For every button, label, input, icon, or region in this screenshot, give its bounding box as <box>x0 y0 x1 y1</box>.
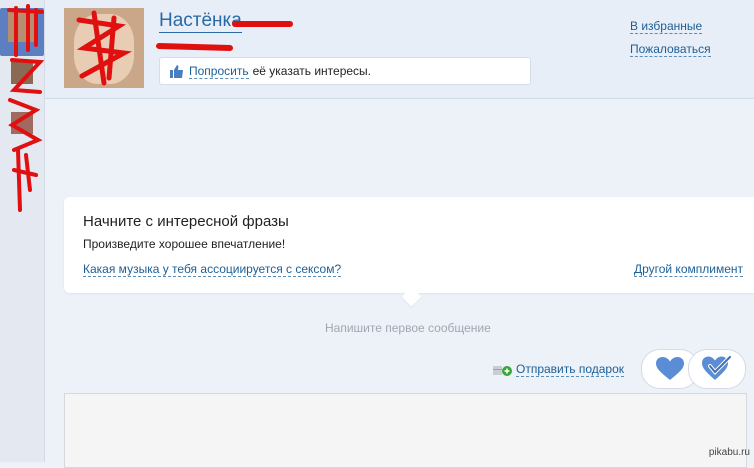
report-link[interactable]: Пожаловаться <box>630 42 711 57</box>
card-pointer <box>400 286 423 309</box>
heart-check-icon <box>702 356 732 380</box>
send-gift-action[interactable]: Отправить подарок <box>492 362 625 377</box>
contact-avatar-active[interactable] <box>0 8 44 56</box>
contact-avatar[interactable] <box>7 58 37 88</box>
interest-prompt-text: её указать интересы. <box>252 64 372 78</box>
compliment-card: Начните с интересной фразы Произведите х… <box>64 197 754 309</box>
first-message-hint: Напишите первое сообщение <box>325 321 491 335</box>
watermark: pikabu.ru <box>708 447 750 458</box>
mutual-like-button[interactable] <box>688 349 746 389</box>
add-to-favorites-link[interactable]: В избранные <box>630 19 703 34</box>
card-subtitle: Произведите хорошее впечатление! <box>83 237 286 251</box>
interest-request-box: Попросить её указать интересы. <box>159 57 531 85</box>
card-title: Начните с интересной фразы <box>83 213 289 230</box>
heart-icon <box>656 357 684 380</box>
contact-avatar[interactable] <box>7 108 37 138</box>
suggested-phrase-link[interactable]: Какая музыка у тебя ассоциируется с секс… <box>83 262 342 277</box>
ask-interests-link[interactable]: Попросить <box>189 64 249 79</box>
user-name-link[interactable]: Настёнка <box>159 10 242 33</box>
send-gift-link[interactable]: Отправить подарок <box>516 362 625 377</box>
profile-actions: В избранные Пожаловаться <box>630 19 750 65</box>
message-input[interactable] <box>64 393 747 468</box>
profile-header: Настёнка Попросить её указать интересы. … <box>45 0 754 99</box>
gift-add-icon <box>493 365 512 376</box>
contacts-sidebar <box>0 0 45 462</box>
thumbs-up-icon <box>170 64 183 78</box>
profile-photo[interactable] <box>64 8 144 88</box>
other-compliment-link[interactable]: Другой комплимент <box>633 262 743 277</box>
red-scribble-overlay <box>76 10 132 86</box>
